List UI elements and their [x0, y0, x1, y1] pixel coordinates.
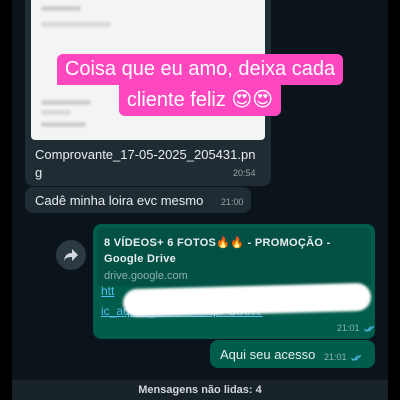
forward-button[interactable] [56, 240, 86, 270]
link-preview-title: 8 VÍDEOS+ 6 FOTOS🔥🔥 - PROMOÇÃO - Google … [104, 237, 331, 265]
link-preview-card[interactable]: 8 VÍDEOS+ 6 FOTOS🔥🔥 - PROMOÇÃO - Google … [97, 228, 371, 286]
forward-icon [64, 249, 78, 261]
text-message[interactable]: Cadê minha loira evc mesmo 21:00 [25, 187, 251, 213]
file-name: Comprovante_17-05-2025_205431.png [35, 147, 256, 180]
blurred-text [41, 22, 111, 27]
screenshot: Comprovante_17-05-2025_205431.png 20:54 … [0, 0, 400, 400]
caption-line-1: Coisa que eu amo, deixa cada [56, 54, 344, 85]
message-text: Cadê minha loira evc mesmo [35, 193, 204, 208]
double-check-icon [351, 354, 362, 361]
blurred-text [41, 122, 86, 127]
message-time: 20:54 [233, 168, 256, 178]
access-message[interactable]: Aqui seu acesso 21:01 [210, 340, 375, 368]
message-time-text: 21:01 [324, 352, 347, 362]
message-time: 21:00 [221, 197, 244, 207]
message-time: 21:01 [337, 323, 376, 333]
redaction-scribble [122, 282, 372, 318]
link-preview-domain: drive.google.com [104, 270, 188, 282]
double-check-icon [364, 325, 375, 332]
caption-line-2: cliente feliz 😍😍 [118, 85, 282, 116]
story-caption: Coisa que eu amo, deixa cada cliente fel… [0, 54, 400, 116]
blurred-text [41, 6, 81, 11]
link-message[interactable]: 8 VÍDEOS+ 6 FOTOS🔥🔥 - PROMOÇÃO - Google … [93, 224, 375, 339]
message-time: 21:01 [324, 352, 363, 362]
unread-messages-divider: Mensagens não lidas: 4 [12, 380, 388, 400]
message-text: Aqui seu acesso [220, 347, 316, 362]
message-time-text: 21:01 [337, 323, 360, 333]
